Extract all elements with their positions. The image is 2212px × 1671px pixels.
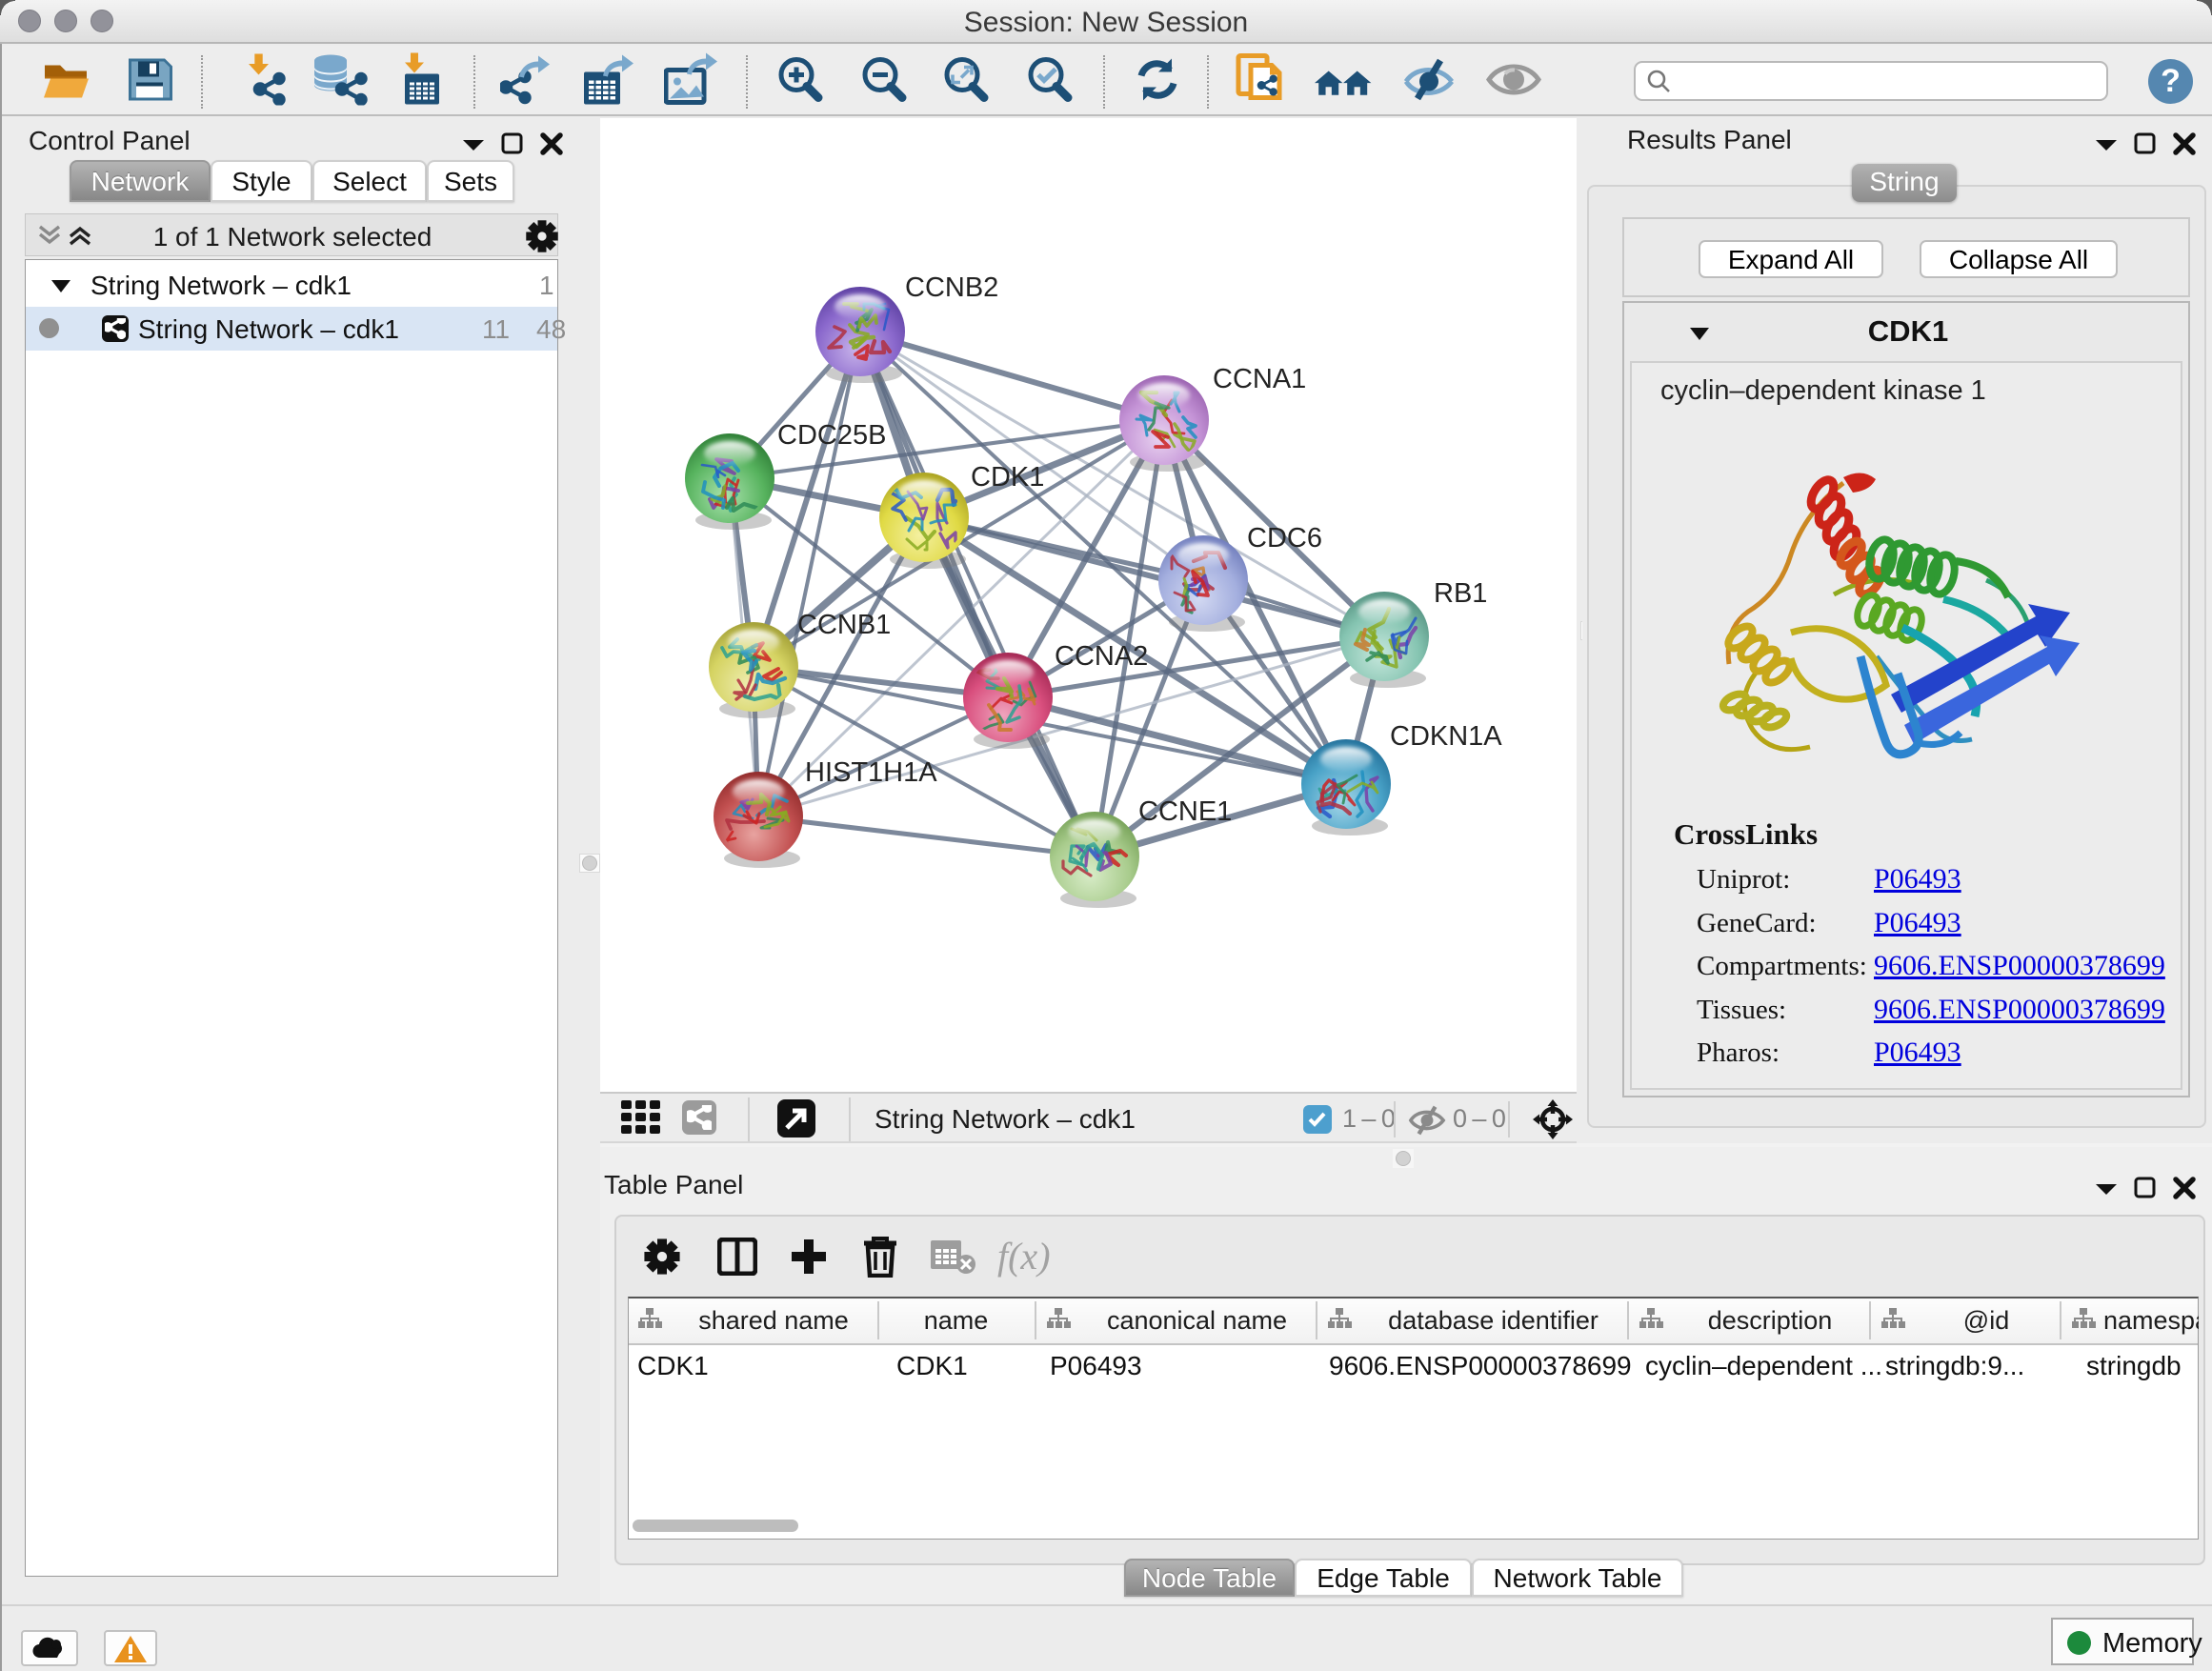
svg-text:CCNE1: CCNE1 [1138,796,1232,827]
svg-text:CDC6: CDC6 [1247,523,1322,554]
svg-text:CCNB1: CCNB1 [797,610,891,640]
svg-text:CDKN1A: CDKN1A [1390,721,1502,752]
svg-text:CDK1: CDK1 [971,462,1044,493]
svg-text:HIST1H1A: HIST1H1A [805,757,937,788]
svg-text:CCNB2: CCNB2 [905,272,998,303]
svg-text:RB1: RB1 [1434,578,1487,609]
svg-text:CDC25B: CDC25B [777,420,886,451]
svg-text:CCNA2: CCNA2 [1055,641,1148,672]
svg-text:CCNA1: CCNA1 [1213,364,1306,394]
